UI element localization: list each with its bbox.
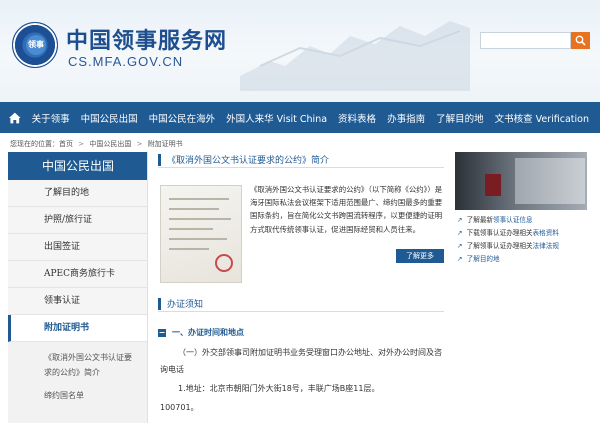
quick-link-item[interactable]: ↗ 下载领事认证办理相关表格资料 — [457, 227, 559, 240]
sidebar-item-consular-legalization[interactable]: 领事认证 — [8, 288, 147, 315]
link-prefix: 了解最新 — [466, 216, 494, 224]
certificate-image — [160, 185, 242, 283]
home-icon[interactable] — [8, 111, 22, 125]
nav-item-forms[interactable]: 资料表格 — [338, 111, 376, 125]
cert-line — [169, 218, 231, 220]
cert-line — [169, 248, 209, 250]
breadcrumb: 您现在的位置：首页 > 中国公民出国 > 附加证明书 — [10, 139, 183, 149]
section-header: 办证须知 — [158, 296, 444, 312]
link-arrow-icon: ↗ — [457, 229, 463, 237]
notice-paragraph: （一）外交部领事司附加证明书业务受理窗口办公地址、对外办公时间及咨询电话 — [160, 348, 442, 374]
cert-stamp — [215, 254, 233, 272]
great-wall-illustration — [240, 21, 470, 91]
nav-item-verification[interactable]: 文书核查 Verification — [495, 111, 589, 125]
breadcrumb-home[interactable]: 您现在的位置：首页 — [10, 140, 73, 148]
sidebar: 中国公民出国 了解目的地 护照/旅行证 出国签证 APEC商务旅行卡 领事认证 … — [8, 152, 148, 423]
breadcrumb-separator: > — [78, 140, 85, 148]
cert-line — [169, 238, 227, 240]
postcode-paragraph: 100701。 — [160, 403, 199, 412]
section-header-notice: 办证须知 — [158, 296, 444, 312]
link-prefix: 下载领事认证办理相关 — [466, 229, 533, 237]
airport-photo — [455, 152, 587, 210]
subheading-text: 一、办证时间和地点 — [172, 328, 244, 337]
link-prefix: 了解领事认证办理相关 — [466, 242, 533, 250]
search-button[interactable] — [571, 32, 590, 49]
nav-item-citizens-abroad-travel[interactable]: 中国公民出国 — [81, 111, 138, 125]
nav-item-guide[interactable]: 办事指南 — [387, 111, 425, 125]
nav-item-about-consular[interactable]: 关于领事 — [32, 111, 70, 125]
breadcrumb-item[interactable]: 中国公民出国 — [89, 140, 131, 148]
sidebar-subitem-contracting-states[interactable]: 缔约国名单 — [8, 384, 147, 405]
site-title[interactable]: 中国领事服务网 — [66, 23, 227, 55]
sidebar-item-apec-card[interactable]: APEC商务旅行卡 — [8, 261, 147, 288]
quick-link-item[interactable]: ↗ 了解目的地 — [457, 253, 559, 266]
cert-line — [169, 208, 219, 210]
quick-link-item[interactable]: ↗ 了解最新领事认证信息 — [457, 214, 559, 227]
collapsible-subheading[interactable]: − 一、办证时间和地点 — [158, 327, 244, 338]
link-text[interactable]: 领事认证信息 — [493, 216, 533, 224]
nav-item-citizens-overseas[interactable]: 中国公民在海外 — [149, 111, 216, 125]
main-nav: 关于领事 中国公民出国 中国公民在海外 外国人来华 Visit China 资料… — [0, 102, 600, 133]
section-title-notice: 办证须知 — [167, 300, 204, 310]
sidebar-item-destinations[interactable]: 了解目的地 — [8, 180, 147, 207]
section-header: 《取消外国公文书认证要求的公约》简介 — [158, 152, 444, 168]
main-content: 《取消外国公文书认证要求的公约》简介 《取消外国公文书认证要求的公约》（以下简称… — [158, 152, 444, 412]
nav-item-destinations[interactable]: 了解目的地 — [436, 111, 484, 125]
search-input[interactable] — [480, 32, 571, 49]
breadcrumb-separator: > — [136, 140, 143, 148]
cert-line — [169, 228, 213, 230]
link-arrow-icon: ↗ — [457, 255, 463, 263]
cert-line — [169, 198, 229, 200]
link-arrow-icon: ↗ — [457, 242, 463, 250]
seal-center: 领事 — [26, 35, 46, 55]
sidebar-item-apostille[interactable]: 附加证明书 — [8, 315, 147, 342]
section-bar — [158, 153, 161, 166]
sidebar-title: 中国公民出国 — [8, 152, 147, 180]
section-bar — [158, 297, 161, 310]
learn-more-button[interactable]: 了解更多 — [396, 249, 444, 263]
section-title[interactable]: 《取消外国公文书认证要求的公约》简介 — [167, 153, 329, 166]
sidebar-item-passport[interactable]: 护照/旅行证 — [8, 207, 147, 234]
sidebar-item-visa[interactable]: 出国签证 — [8, 234, 147, 261]
sidebar-subitem-convention[interactable]: 《取消外国公文书认证要求的公约》简介 — [8, 342, 147, 384]
site-header: 领事 中国领事服务网 CS.MFA.GOV.CN — [0, 0, 600, 102]
link-arrow-icon: ↗ — [457, 216, 463, 224]
link-text[interactable]: 表格资料 — [533, 229, 559, 237]
consular-seal-logo[interactable]: 领事 — [12, 22, 58, 68]
quick-links: ↗ 了解最新领事认证信息 ↗ 下载领事认证办理相关表格资料 ↗ 了解领事认证办理… — [457, 214, 559, 266]
photo-passport — [485, 174, 501, 196]
link-text[interactable]: 了解目的地 — [467, 255, 500, 263]
photo-door — [515, 158, 585, 204]
address-paragraph: 1.地址：北京市朝阳门外大街18号，丰联广场B座11层。 — [178, 384, 380, 393]
nav-item-visit-china[interactable]: 外国人来华 Visit China — [226, 111, 327, 125]
intro-text: 《取消外国公文书认证要求的公约》（以下简称《公约》）是海牙国际私法会议框架下适用… — [250, 185, 443, 234]
site-domain: CS.MFA.GOV.CN — [68, 54, 184, 69]
link-text[interactable]: 法律法规 — [533, 242, 559, 250]
quick-link-item[interactable]: ↗ 了解领事认证办理相关法律法规 — [457, 240, 559, 253]
collapse-minus-icon[interactable]: − — [158, 328, 166, 337]
search-icon — [575, 35, 586, 46]
breadcrumb-item[interactable]: 附加证明书 — [148, 140, 183, 148]
